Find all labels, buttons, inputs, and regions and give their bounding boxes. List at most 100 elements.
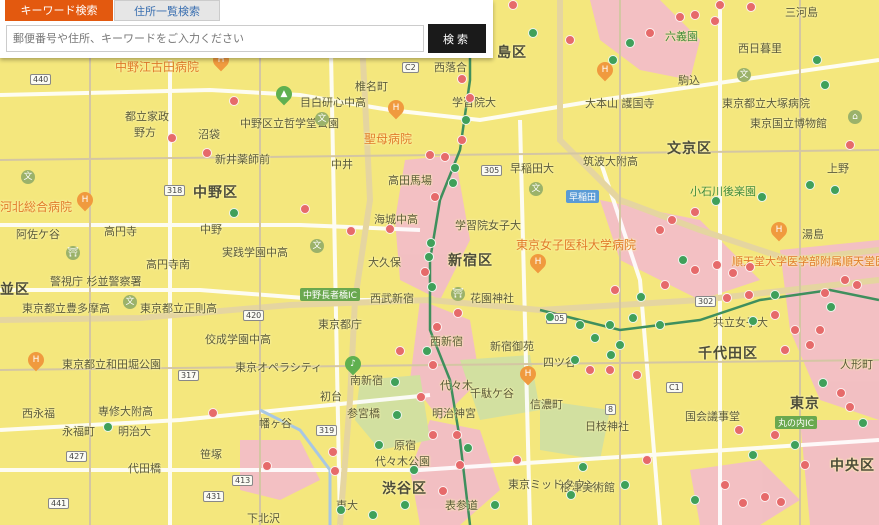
clinic-marker[interactable]: [776, 497, 786, 507]
clinic-marker[interactable]: [712, 260, 722, 270]
clinic-marker[interactable]: [528, 28, 538, 38]
clinic-marker[interactable]: [208, 408, 218, 418]
clinic-marker[interactable]: [660, 280, 670, 290]
clinic-marker[interactable]: [628, 313, 638, 323]
music-pin-icon[interactable]: ♪: [341, 352, 365, 376]
clinic-marker[interactable]: [461, 115, 471, 125]
clinic-marker[interactable]: [790, 325, 800, 335]
clinic-marker[interactable]: [678, 255, 688, 265]
clinic-marker[interactable]: [395, 346, 405, 356]
clinic-marker[interactable]: [328, 447, 338, 457]
clinic-marker[interactable]: [585, 365, 595, 375]
clinic-marker[interactable]: [300, 204, 310, 214]
clinic-marker[interactable]: [605, 365, 615, 375]
clinic-marker[interactable]: [420, 267, 430, 277]
clinic-marker[interactable]: [455, 460, 465, 470]
clinic-marker[interactable]: [400, 500, 410, 510]
map-canvas[interactable]: 中野区 新宿区 文京区 千代田区 並区 渋谷区 中央区 東京 島区 中野江古田病…: [0, 0, 879, 525]
park-pin-icon[interactable]: ▲: [272, 82, 296, 106]
clinic-marker[interactable]: [636, 292, 646, 302]
hospital-pin-icon[interactable]: H: [767, 218, 791, 242]
clinic-marker[interactable]: [805, 340, 815, 350]
clinic-marker[interactable]: [463, 443, 473, 453]
hospital-pin-icon[interactable]: H: [526, 250, 550, 274]
clinic-marker[interactable]: [800, 460, 810, 470]
clinic-marker[interactable]: [465, 93, 475, 103]
clinic-marker[interactable]: [430, 192, 440, 202]
tab-address-list-search[interactable]: 住所一覧検索: [114, 0, 220, 21]
clinic-marker[interactable]: [836, 388, 846, 398]
clinic-marker[interactable]: [852, 280, 862, 290]
search-button[interactable]: 検索: [428, 24, 486, 53]
clinic-marker[interactable]: [605, 320, 615, 330]
clinic-marker[interactable]: [746, 2, 756, 12]
clinic-marker[interactable]: [770, 290, 780, 300]
clinic-marker[interactable]: [615, 340, 625, 350]
clinic-marker[interactable]: [690, 10, 700, 20]
clinic-marker[interactable]: [428, 430, 438, 440]
clinic-marker[interactable]: [720, 480, 730, 490]
clinic-marker[interactable]: [103, 422, 113, 432]
clinic-marker[interactable]: [780, 345, 790, 355]
clinic-marker[interactable]: [815, 325, 825, 335]
clinic-marker[interactable]: [690, 207, 700, 217]
clinic-marker[interactable]: [167, 133, 177, 143]
hospital-pin-icon[interactable]: H: [24, 348, 48, 372]
clinic-marker[interactable]: [711, 196, 721, 206]
clinic-marker[interactable]: [757, 192, 767, 202]
clinic-marker[interactable]: [820, 80, 830, 90]
clinic-marker[interactable]: [385, 224, 395, 234]
clinic-marker[interactable]: [770, 310, 780, 320]
clinic-marker[interactable]: [229, 96, 239, 106]
clinic-marker[interactable]: [565, 35, 575, 45]
clinic-marker[interactable]: [645, 28, 655, 38]
clinic-marker[interactable]: [642, 455, 652, 465]
clinic-marker[interactable]: [667, 215, 677, 225]
clinic-marker[interactable]: [440, 152, 450, 162]
clinic-marker[interactable]: [432, 322, 442, 332]
clinic-marker[interactable]: [632, 370, 642, 380]
clinic-marker[interactable]: [620, 480, 630, 490]
clinic-marker[interactable]: [448, 178, 458, 188]
clinic-marker[interactable]: [606, 350, 616, 360]
clinic-marker[interactable]: [748, 450, 758, 460]
clinic-marker[interactable]: [374, 440, 384, 450]
clinic-marker[interactable]: [745, 262, 755, 272]
clinic-marker[interactable]: [748, 316, 758, 326]
clinic-marker[interactable]: [452, 430, 462, 440]
clinic-marker[interactable]: [229, 208, 239, 218]
clinic-marker[interactable]: [805, 180, 815, 190]
clinic-marker[interactable]: [330, 466, 340, 476]
clinic-marker[interactable]: [790, 440, 800, 450]
clinic-marker[interactable]: [610, 285, 620, 295]
clinic-marker[interactable]: [728, 268, 738, 278]
clinic-marker[interactable]: [490, 500, 500, 510]
clinic-marker[interactable]: [715, 0, 725, 10]
clinic-marker[interactable]: [409, 465, 419, 475]
clinic-marker[interactable]: [744, 290, 754, 300]
clinic-marker[interactable]: [450, 163, 460, 173]
clinic-marker[interactable]: [675, 12, 685, 22]
clinic-marker[interactable]: [575, 320, 585, 330]
hospital-pin-icon[interactable]: H: [384, 96, 408, 120]
clinic-marker[interactable]: [262, 461, 272, 471]
clinic-marker[interactable]: [690, 495, 700, 505]
clinic-marker[interactable]: [416, 392, 426, 402]
clinic-marker[interactable]: [812, 55, 822, 65]
clinic-marker[interactable]: [710, 16, 720, 26]
clinic-marker[interactable]: [438, 486, 448, 496]
clinic-marker[interactable]: [738, 498, 748, 508]
clinic-marker[interactable]: [826, 302, 836, 312]
clinic-marker[interactable]: [453, 308, 463, 318]
clinic-marker[interactable]: [655, 320, 665, 330]
clinic-marker[interactable]: [570, 355, 580, 365]
clinic-marker[interactable]: [392, 410, 402, 420]
clinic-marker[interactable]: [424, 252, 434, 262]
clinic-marker[interactable]: [690, 265, 700, 275]
clinic-marker[interactable]: [426, 238, 436, 248]
hospital-pin-icon[interactable]: H: [73, 188, 97, 212]
clinic-marker[interactable]: [368, 510, 378, 520]
clinic-marker[interactable]: [457, 74, 467, 84]
clinic-marker[interactable]: [202, 148, 212, 158]
clinic-marker[interactable]: [608, 55, 618, 65]
